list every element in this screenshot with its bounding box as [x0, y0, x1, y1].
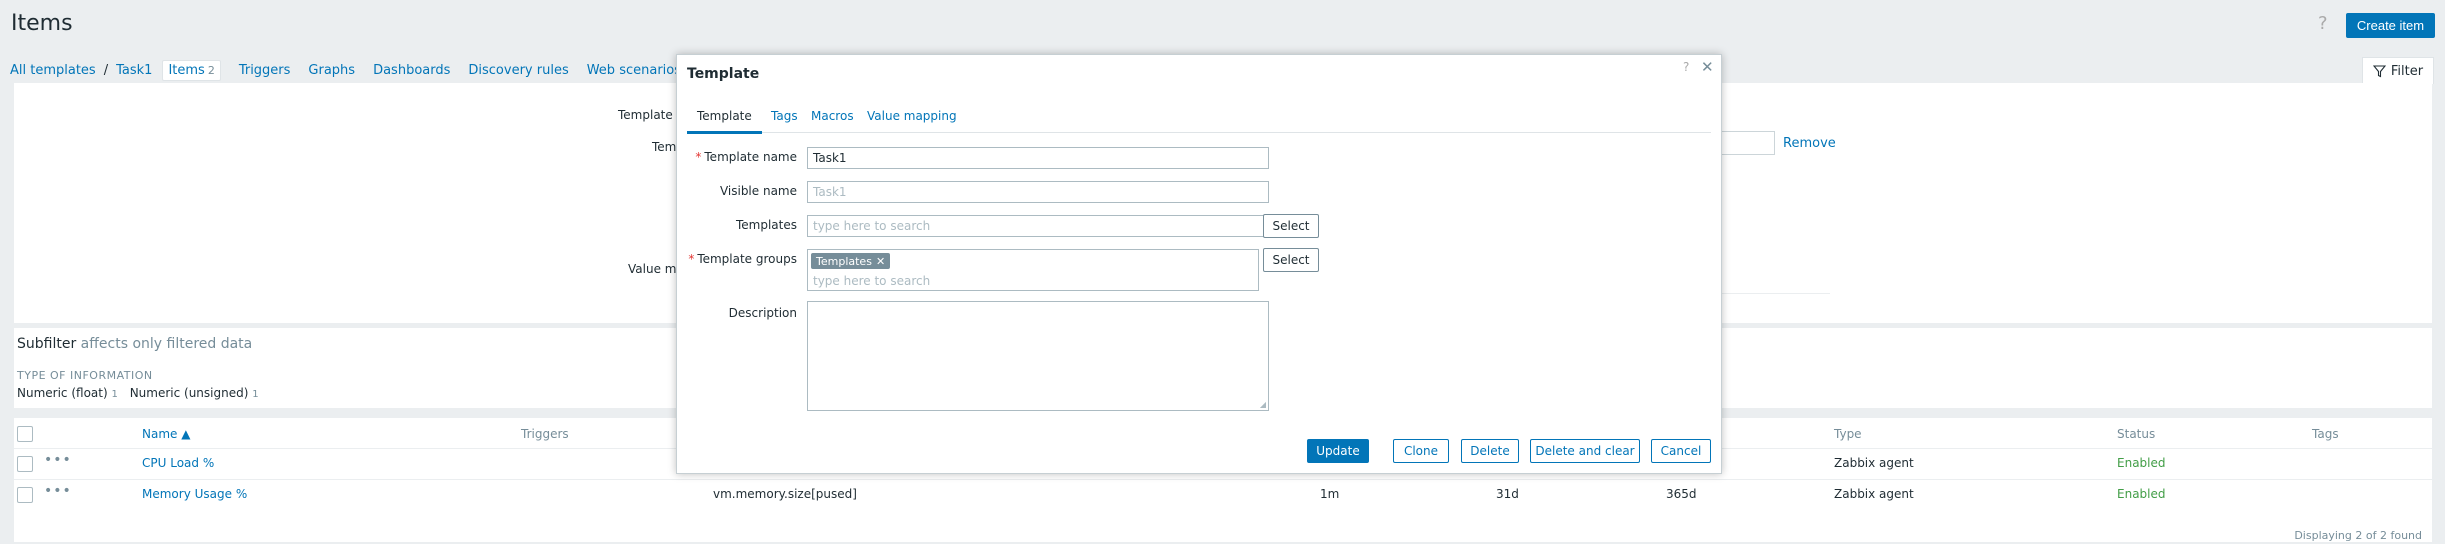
- templates-search-input[interactable]: type here to search: [807, 215, 1269, 237]
- filter-remove-link[interactable]: Remove: [1783, 136, 1836, 151]
- nav-dashboards[interactable]: Dashboards: [373, 63, 450, 78]
- subfilter-title: Subfilter affects only filtered data: [17, 336, 252, 352]
- template-dialog: Template ? ✕ Template Tags Macros Value …: [676, 54, 1722, 474]
- select-all-checkbox[interactable]: [17, 426, 33, 442]
- subfilter-value-float[interactable]: Numeric (float): [17, 386, 108, 400]
- description-label: Description: [728, 306, 797, 320]
- item-type: Zabbix agent: [1834, 487, 1914, 501]
- templates-label: Templates: [735, 218, 797, 232]
- template-groups-label-text: Template groups: [697, 252, 797, 266]
- create-item-button[interactable]: Create item: [2346, 13, 2435, 38]
- tab-macros[interactable]: Macros: [811, 107, 854, 131]
- item-interval: 1m: [1320, 487, 1340, 501]
- breadcrumb-template[interactable]: Task1: [116, 63, 152, 78]
- subfilter-note: affects only filtered data: [80, 336, 253, 352]
- tab-value-mapping[interactable]: Value mapping: [867, 107, 957, 131]
- item-history: 31d: [1496, 487, 1519, 501]
- more-icon[interactable]: •••: [44, 483, 72, 499]
- group-chip: Templates ✕: [811, 253, 891, 269]
- delete-and-clear-button[interactable]: Delete and clear: [1530, 439, 1640, 463]
- page-header: Items ? Create item: [0, 0, 2445, 50]
- delete-button[interactable]: Delete: [1461, 439, 1519, 463]
- item-name-link[interactable]: CPU Load %: [142, 456, 214, 470]
- tab-template[interactable]: Template: [687, 107, 762, 134]
- more-icon[interactable]: •••: [44, 452, 72, 468]
- page-title: Items: [11, 11, 73, 36]
- dialog-help-icon[interactable]: ?: [1683, 60, 1689, 74]
- item-trends: 365d: [1666, 487, 1697, 501]
- required-mark: *: [695, 150, 702, 164]
- group-chip-label: Templates: [816, 254, 872, 268]
- nav-items-count: 2: [207, 63, 215, 77]
- filter-tab-label: Filter: [2390, 63, 2424, 79]
- help-icon[interactable]: ?: [2318, 13, 2328, 34]
- subfilter-values: Numeric (float) 1 Numeric (unsigned) 1: [17, 386, 267, 400]
- template-name-input[interactable]: Task1: [807, 147, 1269, 169]
- visible-name-input[interactable]: Task1: [807, 181, 1269, 203]
- dialog-tabs: Template Tags Macros Value mapping: [687, 107, 1711, 134]
- template-name-label-text: Template name: [704, 150, 797, 164]
- nav-items-tab[interactable]: Items 2: [162, 59, 221, 81]
- resize-grip-icon[interactable]: ◢: [1260, 400, 1266, 409]
- template-navigation: All templates / Task1 Items 2 Triggers Gr…: [10, 58, 699, 82]
- column-status[interactable]: Status: [2117, 427, 2155, 441]
- template-name-label: * Template name: [677, 150, 797, 164]
- groups-select-button[interactable]: Select: [1263, 248, 1319, 272]
- table-footer: Displaying 2 of 2 found: [2294, 529, 2422, 542]
- tab-tags[interactable]: Tags: [771, 107, 798, 131]
- nav-graphs[interactable]: Graphs: [308, 63, 355, 78]
- item-type: Zabbix agent: [1834, 456, 1914, 470]
- filter-label-template-groups: Template g: [618, 108, 685, 122]
- column-name[interactable]: Name ▲: [142, 427, 190, 441]
- item-status[interactable]: Enabled: [2117, 487, 2166, 501]
- description-textarea[interactable]: ◢: [807, 301, 1269, 411]
- item-status[interactable]: Enabled: [2117, 456, 2166, 470]
- breadcrumb-separator: /: [103, 62, 109, 78]
- subfilter-count-unsigned: 1: [252, 389, 259, 400]
- template-groups-multiselect[interactable]: Templates ✕ type here to search: [807, 249, 1259, 291]
- close-icon[interactable]: ✕: [1701, 58, 1714, 76]
- nav-items-label: Items: [168, 62, 205, 78]
- table-row: ••• Memory Usage % vm.memory.size[pused]…: [14, 479, 2432, 510]
- subfilter-section-title: TYPE OF INFORMATION: [17, 369, 153, 382]
- item-key: vm.memory.size[pused]: [713, 487, 857, 501]
- item-name-link[interactable]: Memory Usage %: [142, 487, 247, 501]
- dialog-title: Template: [687, 66, 760, 82]
- templates-select-button[interactable]: Select: [1263, 214, 1319, 238]
- subfilter-title-text: Subfilter: [17, 336, 77, 352]
- filter-icon: [2372, 64, 2386, 77]
- row-checkbox[interactable]: [17, 487, 33, 503]
- subfilter-count-float: 1: [111, 389, 118, 400]
- row-checkbox[interactable]: [17, 456, 33, 472]
- nav-web-scenarios[interactable]: Web scenarios: [587, 63, 681, 78]
- nav-triggers[interactable]: Triggers: [239, 63, 291, 78]
- column-type[interactable]: Type: [1834, 427, 1862, 441]
- filter-label-templates: Tem: [652, 140, 677, 154]
- visible-name-label: Visible name: [719, 184, 797, 198]
- breadcrumb-all-templates[interactable]: All templates: [10, 63, 96, 78]
- subfilter-value-unsigned[interactable]: Numeric (unsigned): [130, 386, 249, 400]
- column-triggers: Triggers: [521, 427, 569, 441]
- column-tags: Tags: [2312, 427, 2339, 441]
- filter-tab[interactable]: Filter: [2362, 57, 2434, 84]
- nav-discovery-rules[interactable]: Discovery rules: [468, 63, 568, 78]
- remove-chip-icon[interactable]: ✕: [876, 255, 885, 268]
- cancel-button[interactable]: Cancel: [1651, 439, 1711, 463]
- update-button[interactable]: Update: [1307, 439, 1369, 463]
- required-mark: *: [688, 252, 695, 266]
- template-groups-label: * Template groups: [677, 252, 797, 266]
- template-groups-search-input[interactable]: type here to search: [813, 274, 930, 288]
- clone-button[interactable]: Clone: [1393, 439, 1449, 463]
